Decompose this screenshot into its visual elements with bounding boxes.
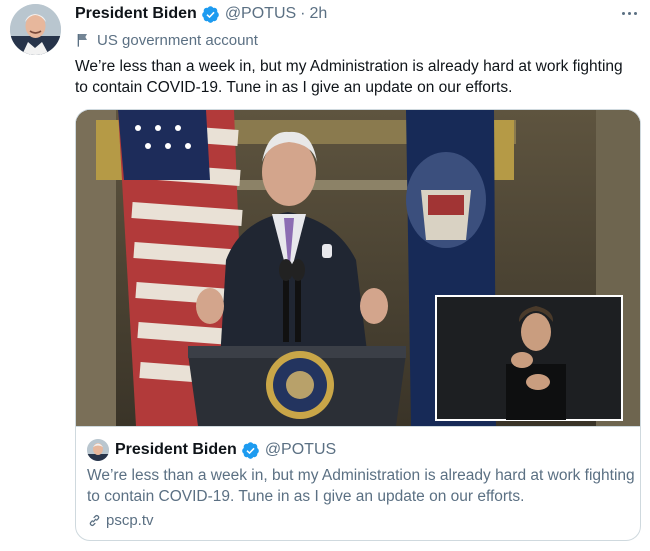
card-avatar xyxy=(87,439,109,461)
card-text: We’re less than a week in, but my Admini… xyxy=(87,467,635,505)
card-body[interactable]: President Biden @POTUS We’re less than a… xyxy=(76,426,640,540)
link-card[interactable]: President Biden @POTUS We’re less than a… xyxy=(75,109,641,541)
account-label[interactable]: US government account xyxy=(75,30,258,50)
tweet[interactable]: President Biden @POTUS · 2h US governmen… xyxy=(0,0,650,551)
account-label-text: US government account xyxy=(97,31,258,49)
more-options-icon xyxy=(621,11,625,15)
more-options-button[interactable] xyxy=(618,4,640,22)
display-name[interactable]: President Biden xyxy=(75,5,197,23)
avatar[interactable] xyxy=(10,4,61,55)
link-icon xyxy=(89,515,100,526)
card-handle: @POTUS xyxy=(264,441,337,458)
verified-badge-icon xyxy=(241,441,259,459)
timestamp[interactable]: 2h xyxy=(310,5,328,23)
tweet-header: President Biden @POTUS · 2h xyxy=(75,3,327,25)
handle[interactable]: @POTUS xyxy=(225,5,296,23)
tweet-text: We’re less than a week in, but my Admini… xyxy=(75,58,623,96)
card-link-text: pscp.tv xyxy=(106,512,154,529)
separator-dot: · xyxy=(300,5,306,22)
verified-badge-icon xyxy=(201,5,219,23)
card-link[interactable]: pscp.tv xyxy=(87,512,154,529)
flag-icon xyxy=(77,34,87,47)
card-header: President Biden @POTUS xyxy=(87,439,336,461)
card-display-name: President Biden xyxy=(115,441,237,458)
video-thumbnail[interactable] xyxy=(76,110,640,426)
